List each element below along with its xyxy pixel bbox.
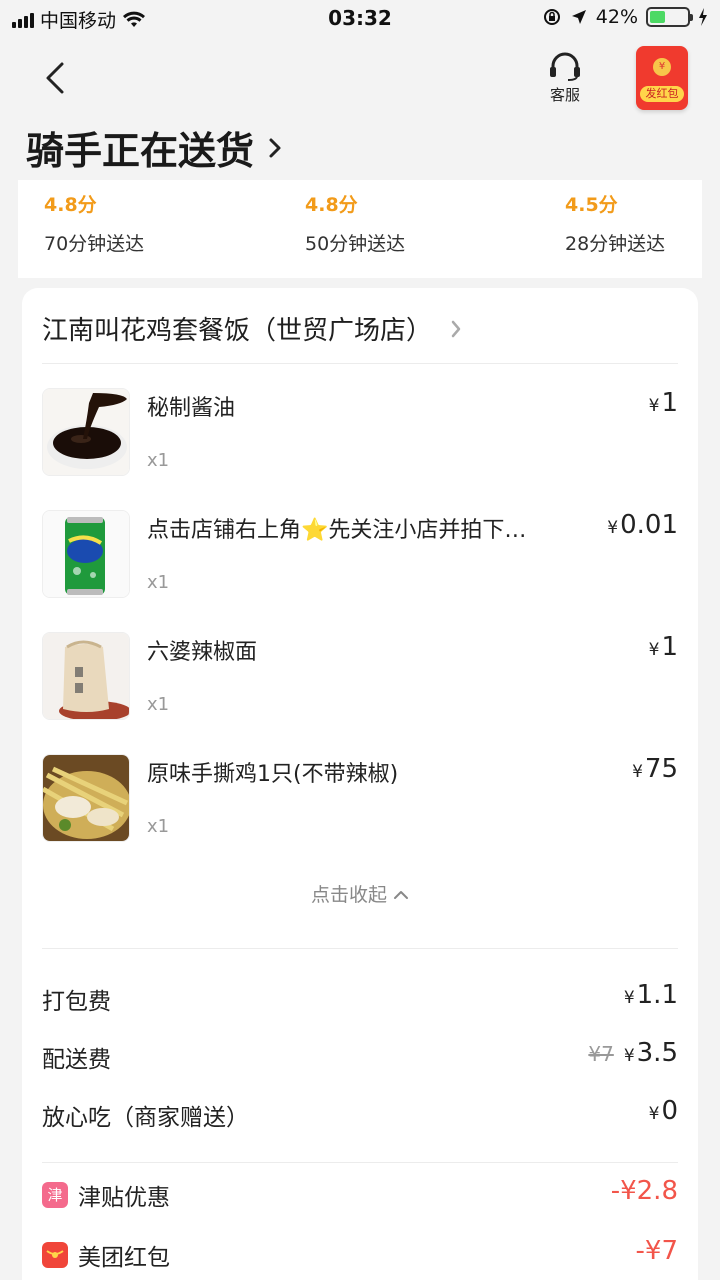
item-price-value: 1 bbox=[661, 632, 678, 662]
rating-item: 4.8分 50分钟送达 bbox=[305, 190, 405, 256]
charging-icon bbox=[699, 8, 707, 26]
chili-powder-image bbox=[42, 632, 130, 720]
order-item[interactable]: 秘制酱油 x1 ¥1 bbox=[42, 388, 678, 478]
rating-item: 4.5分 28分钟送达 bbox=[565, 190, 665, 256]
battery-percent: 42% bbox=[595, 6, 638, 28]
order-item[interactable]: 原味手撕鸡1只(不带辣椒) x1 ¥75 bbox=[42, 754, 678, 844]
back-button[interactable] bbox=[40, 58, 74, 98]
rating-score: 4.8分 bbox=[305, 194, 358, 216]
send-redpack-label: 发红包 bbox=[640, 86, 684, 102]
order-item[interactable]: 点击店铺右上角⭐先关注小店并拍下… x1 ¥0.01 bbox=[42, 510, 678, 600]
delivery-fee-row: 配送费 ¥7 ¥3.5 bbox=[42, 1038, 678, 1076]
original-fee: ¥7 bbox=[588, 1042, 614, 1066]
currency-symbol: ¥ bbox=[607, 518, 619, 538]
chevron-right-icon bbox=[269, 138, 281, 157]
rating-delivery-time: 70分钟送达 bbox=[44, 233, 145, 255]
item-price-value: 1 bbox=[661, 388, 678, 418]
fee-label: 津贴优惠 bbox=[78, 1185, 170, 1211]
item-price: ¥1 bbox=[649, 632, 678, 662]
discount-value: -¥2.8 bbox=[610, 1176, 678, 1206]
location-icon bbox=[571, 10, 586, 24]
safe-eat-row: 放心吃（商家赠送） ¥0 bbox=[42, 1096, 678, 1134]
divider bbox=[42, 1162, 678, 1163]
fee-value: ¥1.1 bbox=[624, 980, 678, 1010]
send-redpack-button[interactable]: ¥ 发红包 bbox=[636, 46, 688, 110]
fee-label: 配送费 bbox=[42, 1047, 111, 1073]
fee-amount: 3.5 bbox=[636, 1038, 678, 1068]
rating-score: 4.5分 bbox=[565, 194, 618, 216]
item-quantity: x1 bbox=[147, 694, 170, 715]
delivery-status-text: 骑手正在送货 bbox=[26, 129, 255, 173]
redpacket-icon bbox=[42, 1242, 68, 1268]
item-name: 秘制酱油 bbox=[147, 396, 236, 421]
order-item[interactable]: 六婆辣椒面 x1 ¥1 bbox=[42, 632, 678, 722]
subsidy-row: 津 津贴优惠 -¥2.8 bbox=[42, 1176, 678, 1214]
item-price: ¥0.01 bbox=[607, 510, 678, 540]
status-bar: 中国移动 03:32 42% bbox=[0, 0, 720, 38]
rating-item: 4.8分 70分钟送达 bbox=[44, 190, 144, 256]
item-price: ¥75 bbox=[632, 754, 678, 784]
shop-name-link[interactable]: 江南叫花鸡套餐饭（世贸广场店） bbox=[42, 310, 462, 347]
rating-delivery-time: 28分钟送达 bbox=[565, 233, 666, 255]
currency-symbol: ¥ bbox=[632, 762, 643, 782]
rating-score: 4.8分 bbox=[44, 194, 97, 216]
customer-service-button[interactable]: 客服 bbox=[540, 52, 590, 105]
fee-amount: 0 bbox=[661, 1096, 678, 1126]
chevron-right-icon bbox=[451, 320, 461, 337]
delivery-status-title[interactable]: 骑手正在送货 bbox=[26, 120, 282, 175]
item-price-value: 0.01 bbox=[620, 510, 678, 540]
currency-symbol: ¥ bbox=[623, 988, 635, 1008]
item-quantity: x1 bbox=[147, 450, 170, 471]
fee-label: 打包费 bbox=[42, 989, 111, 1015]
headset-icon bbox=[550, 52, 580, 81]
item-quantity: x1 bbox=[147, 572, 170, 593]
subsidy-icon: 津 bbox=[42, 1182, 68, 1208]
rating-delivery-time: 50分钟送达 bbox=[305, 233, 406, 255]
battery-icon bbox=[646, 7, 693, 27]
orientation-lock-icon bbox=[543, 9, 560, 25]
fee-value: ¥0 bbox=[649, 1096, 678, 1126]
chevron-left-icon bbox=[46, 62, 64, 94]
item-price: ¥1 bbox=[649, 388, 678, 418]
shop-name: 江南叫花鸡套餐饭（世贸广场店） bbox=[42, 316, 433, 346]
order-card: 江南叫花鸡套餐饭（世贸广场店） 秘制酱油 x1 ¥1 点击店铺右上角⭐先关注小店… bbox=[22, 288, 698, 1280]
item-name: 点击店铺右上角⭐先关注小店并拍下… bbox=[147, 518, 527, 543]
fee-label: 美团红包 bbox=[78, 1245, 170, 1271]
discount-value: -¥7 bbox=[635, 1236, 678, 1266]
item-quantity: x1 bbox=[147, 816, 170, 837]
fee-label: 放心吃（商家赠送） bbox=[42, 1105, 249, 1131]
collapse-label: 点击收起 bbox=[310, 884, 387, 906]
rider-rating-strip: 4.8分 70分钟送达 4.8分 50分钟送达 4.5分 28分钟送达 bbox=[18, 180, 702, 278]
packing-fee-row: 打包费 ¥1.1 bbox=[42, 980, 678, 1018]
status-right: 42% bbox=[542, 6, 708, 28]
divider bbox=[42, 363, 678, 364]
shredded-chicken-image bbox=[42, 754, 130, 842]
fee-amount: 1.1 bbox=[636, 980, 678, 1010]
currency-symbol: ¥ bbox=[648, 396, 660, 416]
redpacket-row: 美团红包 -¥7 bbox=[42, 1236, 678, 1274]
customer-service-label: 客服 bbox=[549, 86, 580, 104]
item-name: 六婆辣椒面 bbox=[147, 640, 258, 665]
collapse-items-button[interactable]: 点击收起 bbox=[22, 880, 698, 907]
soy-sauce-image bbox=[42, 388, 130, 476]
fee-value: ¥7 ¥3.5 bbox=[588, 1038, 678, 1068]
soda-can-image bbox=[42, 510, 130, 598]
currency-symbol: ¥ bbox=[623, 1046, 635, 1066]
coin-icon: ¥ bbox=[653, 58, 671, 76]
item-price-value: 75 bbox=[644, 754, 678, 784]
currency-symbol: ¥ bbox=[648, 1104, 660, 1124]
chevron-up-icon bbox=[394, 891, 409, 899]
divider bbox=[42, 948, 678, 949]
currency-symbol: ¥ bbox=[648, 640, 660, 660]
item-name: 原味手撕鸡1只(不带辣椒) bbox=[147, 762, 399, 787]
